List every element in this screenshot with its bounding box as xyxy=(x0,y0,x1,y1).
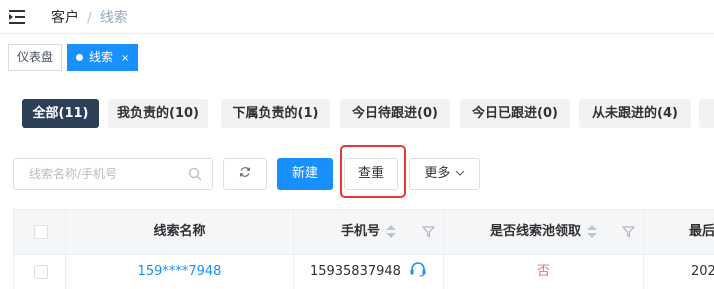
filter-never-followed[interactable]: 从未跟进的(4) xyxy=(579,99,691,128)
row-phone: 15935837948 xyxy=(294,255,444,289)
table-header: 线索名称 手机号 是否线索池领取 最后 xyxy=(14,210,714,255)
breadcrumb: 客户 / 线索 xyxy=(51,7,128,27)
sort-icon[interactable] xyxy=(587,224,597,239)
leads-table: 线索名称 手机号 是否线索池领取 最后 159****7948 15935837… xyxy=(13,209,714,289)
filter-today-pending[interactable]: 今日待跟进(0) xyxy=(340,99,450,128)
close-icon[interactable]: × xyxy=(121,53,129,64)
select-all-checkbox[interactable] xyxy=(34,225,48,239)
filter-today-done[interactable]: 今日已跟进(0) xyxy=(460,99,570,128)
headset-icon[interactable] xyxy=(409,261,427,277)
tag-leads[interactable]: 线索 × xyxy=(67,44,139,71)
search-icon[interactable] xyxy=(188,167,202,181)
filter-icon[interactable] xyxy=(422,225,435,238)
pool-claimed-value: 否 xyxy=(536,264,550,279)
header-phone[interactable]: 手机号 xyxy=(294,210,444,254)
hamburger-icon[interactable] xyxy=(9,9,27,25)
filter-all[interactable]: 全部(11) xyxy=(22,99,99,128)
tag-leads-label: 线索 xyxy=(89,50,114,64)
row-last: 2025- xyxy=(691,264,714,279)
header-phone-label: 手机号 xyxy=(340,224,380,239)
row-pool-claimed: 否 xyxy=(444,255,644,289)
tags-view-bar: 仪表盘 线索 × xyxy=(0,41,714,73)
breadcrumb-customer[interactable]: 客户 xyxy=(51,10,79,26)
header-pool-claimed[interactable]: 是否线索池领取 xyxy=(444,210,644,254)
more-button[interactable]: 更多 xyxy=(409,158,480,190)
new-button[interactable]: 新建 xyxy=(277,158,333,190)
sort-icon[interactable] xyxy=(386,224,396,239)
refresh-button[interactable] xyxy=(223,158,267,190)
row-checkbox[interactable] xyxy=(34,265,48,279)
refresh-icon xyxy=(239,167,251,177)
search-box xyxy=(13,158,213,190)
breadcrumb-current: 线索 xyxy=(99,10,128,26)
header-pool-label: 是否线索池领取 xyxy=(489,224,581,239)
active-dot-icon xyxy=(76,54,83,61)
table-row: 159****7948 15935837948 否 2025- xyxy=(14,255,714,289)
search-input[interactable] xyxy=(14,159,184,189)
more-button-label: 更多 xyxy=(424,166,451,181)
row-lead-name: 159****7948 xyxy=(66,255,294,289)
header-last: 最后 xyxy=(689,224,714,239)
header-lead-name: 线索名称 xyxy=(66,210,294,254)
tag-dashboard[interactable]: 仪表盘 xyxy=(8,44,63,71)
lead-name-link[interactable]: 159****7948 xyxy=(138,264,222,279)
header-select-cell xyxy=(14,210,66,254)
phone-number: 15935837948 xyxy=(309,264,401,279)
tag-dashboard-label: 仪表盘 xyxy=(17,50,54,64)
filter-more-cut[interactable] xyxy=(699,99,714,128)
chevron-down-icon xyxy=(455,170,465,176)
breadcrumb-separator: / xyxy=(87,10,92,26)
dedupe-button[interactable]: 查重 xyxy=(344,158,398,190)
filter-mine[interactable]: 我负责的(10) xyxy=(108,99,208,128)
filter-icon[interactable] xyxy=(622,225,635,238)
filter-subordinates[interactable]: 下属负责的(1) xyxy=(221,99,330,128)
row-select-cell xyxy=(14,255,66,289)
top-navbar: 客户 / 线索 xyxy=(0,0,714,34)
